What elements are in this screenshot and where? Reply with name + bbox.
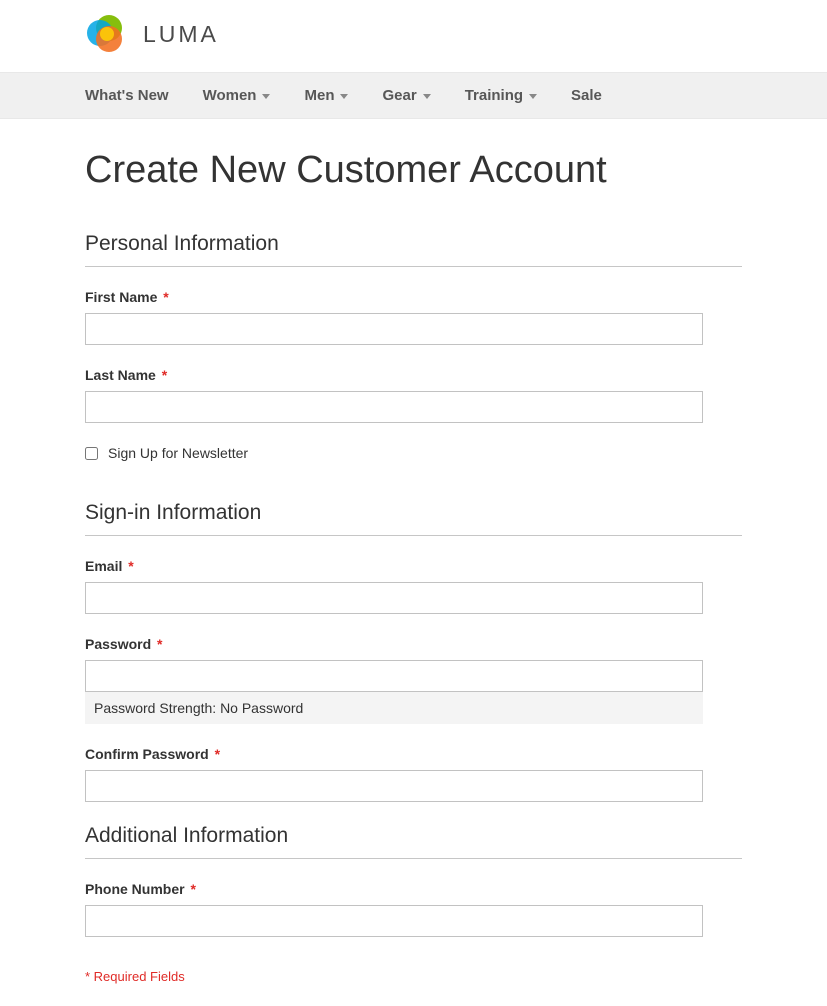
- legend-personal: Personal Information: [85, 232, 742, 267]
- label-text: Password: [85, 636, 151, 652]
- field-first-name: First Name *: [85, 289, 703, 345]
- password-input[interactable]: [85, 660, 703, 692]
- nav-label: What's New: [85, 87, 169, 104]
- last-name-input[interactable]: [85, 391, 703, 423]
- required-mark: *: [128, 558, 133, 574]
- nav-item-training[interactable]: Training: [465, 73, 553, 118]
- nav-item-women[interactable]: Women: [203, 73, 287, 118]
- label-email: Email *: [85, 558, 703, 574]
- phone-input[interactable]: [85, 905, 703, 937]
- chevron-down-icon: [529, 94, 537, 99]
- legend-additional: Additional Information: [85, 824, 742, 859]
- nav-label: Gear: [382, 87, 416, 104]
- nav-label: Men: [304, 87, 334, 104]
- label-phone: Phone Number *: [85, 881, 703, 897]
- logo-icon: [85, 12, 129, 56]
- field-confirm-password: Confirm Password *: [85, 746, 703, 802]
- field-phone: Phone Number *: [85, 881, 703, 937]
- password-strength-prefix: Password Strength:: [94, 700, 220, 716]
- password-strength-value: No Password: [220, 700, 303, 716]
- field-password: Password *: [85, 636, 703, 692]
- logo[interactable]: LUMA: [85, 12, 742, 56]
- required-mark: *: [163, 289, 168, 305]
- field-email: Email *: [85, 558, 703, 614]
- confirm-password-input[interactable]: [85, 770, 703, 802]
- fieldset-additional: Additional Information Phone Number *: [85, 824, 742, 937]
- nav-label: Sale: [571, 87, 602, 104]
- fieldset-signin: Sign-in Information Email * Password * P…: [85, 501, 742, 802]
- nav-list: What's New Women Men Gear Training Sale: [85, 73, 742, 118]
- first-name-input[interactable]: [85, 313, 703, 345]
- chevron-down-icon: [423, 94, 431, 99]
- field-last-name: Last Name *: [85, 367, 703, 423]
- required-mark: *: [215, 746, 220, 762]
- required-mark: *: [157, 636, 162, 652]
- nav-item-men[interactable]: Men: [304, 73, 364, 118]
- label-text: Phone Number: [85, 881, 185, 897]
- email-input[interactable]: [85, 582, 703, 614]
- chevron-down-icon: [340, 94, 348, 99]
- required-fields-note: * Required Fields: [85, 969, 742, 984]
- field-newsletter: Sign Up for Newsletter: [85, 445, 742, 461]
- chevron-down-icon: [262, 94, 270, 99]
- nav-item-gear[interactable]: Gear: [382, 73, 446, 118]
- required-mark: *: [190, 881, 195, 897]
- label-newsletter: Sign Up for Newsletter: [108, 445, 248, 461]
- legend-signin: Sign-in Information: [85, 501, 742, 536]
- main-nav: What's New Women Men Gear Training Sale: [0, 72, 827, 119]
- page-title: Create New Customer Account: [85, 149, 742, 192]
- nav-item-whats-new[interactable]: What's New: [85, 73, 185, 118]
- nav-label: Women: [203, 87, 257, 104]
- nav-item-sale[interactable]: Sale: [571, 73, 618, 118]
- label-last-name: Last Name *: [85, 367, 703, 383]
- label-password: Password *: [85, 636, 703, 652]
- logo-text: LUMA: [143, 21, 219, 48]
- label-first-name: First Name *: [85, 289, 703, 305]
- label-text: First Name: [85, 289, 157, 305]
- label-confirm-password: Confirm Password *: [85, 746, 703, 762]
- label-text: Email: [85, 558, 122, 574]
- label-text: Confirm Password: [85, 746, 209, 762]
- password-strength-meter: Password Strength: No Password: [85, 692, 703, 724]
- nav-label: Training: [465, 87, 523, 104]
- newsletter-checkbox[interactable]: [85, 447, 98, 460]
- required-mark: *: [162, 367, 167, 383]
- fieldset-personal: Personal Information First Name * Last N…: [85, 232, 742, 461]
- label-text: Last Name: [85, 367, 156, 383]
